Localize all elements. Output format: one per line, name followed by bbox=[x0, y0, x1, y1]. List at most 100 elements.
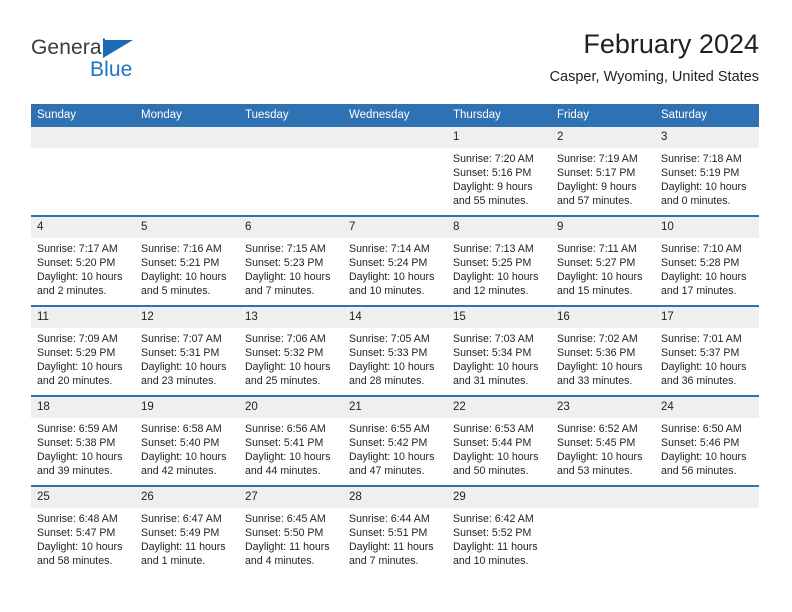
daylight-text-line1: Daylight: 10 hours bbox=[245, 361, 331, 374]
page-title: February 2024 bbox=[583, 29, 759, 59]
calendar-day-cell[interactable]: 23 Sunrise: 6:52 AM Sunset: 5:45 PM Dayligh… bbox=[551, 395, 655, 486]
calendar-day-cell[interactable]: 6 Sunrise: 7:15 AM Sunset: 5:23 PM Daylight… bbox=[239, 215, 343, 306]
day-details bbox=[551, 508, 655, 512]
day-number: 2 bbox=[551, 127, 655, 148]
day-number bbox=[655, 487, 759, 508]
sunset-text: Sunset: 5:46 PM bbox=[661, 437, 740, 450]
day-details: Sunrise: 7:17 AM Sunset: 5:20 PM Daylight:… bbox=[31, 238, 135, 298]
calendar-day-cell[interactable]: 22 Sunrise: 6:53 AM Sunset: 5:44 PM Dayligh… bbox=[447, 395, 551, 486]
day-details: Sunrise: 7:19 AM Sunset: 5:17 PM Daylight:… bbox=[551, 148, 655, 208]
calendar-empty-cell bbox=[655, 485, 759, 575]
daylight-text-line1: Daylight: 10 hours bbox=[661, 181, 747, 194]
calendar-day-cell[interactable]: 26 Sunrise: 6:47 AM Sunset: 5:49 PM Dayligh… bbox=[135, 485, 239, 575]
calendar-day-cell[interactable]: 15 Sunrise: 7:03 AM Sunset: 5:34 PM Dayligh… bbox=[447, 305, 551, 396]
calendar-day-cell[interactable]: 7 Sunrise: 7:14 AM Sunset: 5:24 PM Daylight… bbox=[343, 215, 447, 306]
daylight-text-line1: Daylight: 10 hours bbox=[141, 361, 227, 374]
daylight-text-line2: and 0 minutes. bbox=[661, 195, 731, 208]
day-number: 11 bbox=[31, 307, 135, 328]
calendar-day-cell[interactable]: 3 Sunrise: 7:18 AM Sunset: 5:19 PM Daylight… bbox=[655, 127, 759, 216]
calendar-day-cell[interactable]: 19 Sunrise: 6:58 AM Sunset: 5:40 PM Dayligh… bbox=[135, 395, 239, 486]
calendar-day-cell[interactable]: 16 Sunrise: 7:02 AM Sunset: 5:36 PM Dayligh… bbox=[551, 305, 655, 396]
sunset-text: Sunset: 5:29 PM bbox=[37, 347, 116, 360]
daylight-text-line2: and 7 minutes. bbox=[245, 285, 315, 298]
sunset-text: Sunset: 5:24 PM bbox=[349, 257, 428, 270]
calendar-day-cell[interactable]: 20 Sunrise: 6:56 AM Sunset: 5:41 PM Dayligh… bbox=[239, 395, 343, 486]
day-number: 25 bbox=[31, 487, 135, 508]
sunrise-text: Sunrise: 6:52 AM bbox=[557, 423, 638, 435]
sunrise-text: Sunrise: 7:15 AM bbox=[245, 243, 326, 255]
day-number: 6 bbox=[239, 217, 343, 238]
day-details: Sunrise: 6:42 AM Sunset: 5:52 PM Daylight:… bbox=[447, 508, 551, 568]
daylight-text-line2: and 28 minutes. bbox=[349, 375, 425, 388]
day-details: Sunrise: 6:45 AM Sunset: 5:50 PM Daylight:… bbox=[239, 508, 343, 568]
day-details: Sunrise: 7:07 AM Sunset: 5:31 PM Daylight:… bbox=[135, 328, 239, 388]
sunset-text: Sunset: 5:20 PM bbox=[37, 257, 116, 270]
calendar-empty-cell bbox=[31, 127, 135, 216]
day-details: Sunrise: 6:52 AM Sunset: 5:45 PM Daylight:… bbox=[551, 418, 655, 478]
day-details: Sunrise: 6:59 AM Sunset: 5:38 PM Daylight:… bbox=[31, 418, 135, 478]
sunset-text: Sunset: 5:21 PM bbox=[141, 257, 220, 270]
calendar-day-cell[interactable]: 9 Sunrise: 7:11 AM Sunset: 5:27 PM Daylight… bbox=[551, 215, 655, 306]
sunset-text: Sunset: 5:31 PM bbox=[141, 347, 220, 360]
logo-text-general: General bbox=[31, 36, 107, 59]
general-blue-logo[interactable]: General Blue bbox=[31, 36, 161, 88]
calendar-day-cell[interactable]: 5 Sunrise: 7:16 AM Sunset: 5:21 PM Daylight… bbox=[135, 215, 239, 306]
daylight-text-line1: Daylight: 9 hours bbox=[557, 181, 637, 194]
sunset-text: Sunset: 5:51 PM bbox=[349, 527, 428, 540]
calendar-day-cell[interactable]: 27 Sunrise: 6:45 AM Sunset: 5:50 PM Dayligh… bbox=[239, 485, 343, 575]
day-details: Sunrise: 7:20 AM Sunset: 5:16 PM Daylight:… bbox=[447, 148, 551, 208]
sunset-text: Sunset: 5:25 PM bbox=[453, 257, 532, 270]
calendar-day-cell[interactable]: 17 Sunrise: 7:01 AM Sunset: 5:37 PM Dayligh… bbox=[655, 305, 759, 396]
calendar-day-cell[interactable]: 12 Sunrise: 7:07 AM Sunset: 5:31 PM Dayligh… bbox=[135, 305, 239, 396]
daylight-text-line1: Daylight: 10 hours bbox=[141, 271, 227, 284]
calendar-day-cell[interactable]: 2 Sunrise: 7:19 AM Sunset: 5:17 PM Daylight… bbox=[551, 127, 655, 216]
sunrise-text: Sunrise: 7:05 AM bbox=[349, 333, 430, 345]
calendar-day-cell[interactable]: 1 Sunrise: 7:20 AM Sunset: 5:16 PM Daylight… bbox=[447, 127, 551, 216]
daylight-text-line1: Daylight: 10 hours bbox=[349, 271, 435, 284]
sunrise-text: Sunrise: 6:44 AM bbox=[349, 513, 430, 525]
day-details: Sunrise: 6:53 AM Sunset: 5:44 PM Daylight:… bbox=[447, 418, 551, 478]
page-header: General Blue February 2024 Casper, Wyomi… bbox=[31, 28, 759, 96]
calendar-day-cell[interactable]: 11 Sunrise: 7:09 AM Sunset: 5:29 PM Dayligh… bbox=[31, 305, 135, 396]
sunrise-text: Sunrise: 7:18 AM bbox=[661, 153, 742, 165]
calendar-day-cell[interactable]: 29 Sunrise: 6:42 AM Sunset: 5:52 PM Dayligh… bbox=[447, 485, 551, 575]
day-details: Sunrise: 6:55 AM Sunset: 5:42 PM Daylight:… bbox=[343, 418, 447, 478]
day-number: 23 bbox=[551, 397, 655, 418]
calendar-day-cell[interactable]: 13 Sunrise: 7:06 AM Sunset: 5:32 PM Dayligh… bbox=[239, 305, 343, 396]
day-number: 28 bbox=[343, 487, 447, 508]
daylight-text-line1: Daylight: 10 hours bbox=[141, 451, 227, 464]
sunrise-text: Sunrise: 6:56 AM bbox=[245, 423, 326, 435]
daylight-text-line2: and 17 minutes. bbox=[661, 285, 737, 298]
day-details: Sunrise: 6:44 AM Sunset: 5:51 PM Daylight:… bbox=[343, 508, 447, 568]
daylight-text-line1: Daylight: 10 hours bbox=[245, 271, 331, 284]
sunrise-text: Sunrise: 7:09 AM bbox=[37, 333, 118, 345]
sunrise-text: Sunrise: 6:48 AM bbox=[37, 513, 118, 525]
calendar-day-cell[interactable]: 18 Sunrise: 6:59 AM Sunset: 5:38 PM Dayligh… bbox=[31, 395, 135, 486]
sunrise-text: Sunrise: 6:45 AM bbox=[245, 513, 326, 525]
blue-triangle-logo-icon bbox=[103, 40, 133, 58]
calendar-day-cell[interactable]: 14 Sunrise: 7:05 AM Sunset: 5:33 PM Dayligh… bbox=[343, 305, 447, 396]
day-details: Sunrise: 7:10 AM Sunset: 5:28 PM Daylight:… bbox=[655, 238, 759, 298]
sunset-text: Sunset: 5:37 PM bbox=[661, 347, 740, 360]
calendar-page: General Blue February 2024 Casper, Wyomi… bbox=[0, 0, 792, 612]
calendar-day-cell[interactable]: 21 Sunrise: 6:55 AM Sunset: 5:42 PM Dayligh… bbox=[343, 395, 447, 486]
day-number: 10 bbox=[655, 217, 759, 238]
day-details: Sunrise: 6:47 AM Sunset: 5:49 PM Daylight:… bbox=[135, 508, 239, 568]
calendar-day-cell[interactable]: 28 Sunrise: 6:44 AM Sunset: 5:51 PM Dayligh… bbox=[343, 485, 447, 575]
calendar-day-cell[interactable]: 8 Sunrise: 7:13 AM Sunset: 5:25 PM Daylight… bbox=[447, 215, 551, 306]
sunset-text: Sunset: 5:40 PM bbox=[141, 437, 220, 450]
sunset-text: Sunset: 5:52 PM bbox=[453, 527, 532, 540]
sunset-text: Sunset: 5:38 PM bbox=[37, 437, 116, 450]
day-number: 3 bbox=[655, 127, 759, 148]
calendar-day-cell[interactable]: 25 Sunrise: 6:48 AM Sunset: 5:47 PM Dayligh… bbox=[31, 485, 135, 575]
calendar-day-cell[interactable]: 4 Sunrise: 7:17 AM Sunset: 5:20 PM Daylight… bbox=[31, 215, 135, 306]
day-number: 21 bbox=[343, 397, 447, 418]
daylight-text-line1: Daylight: 11 hours bbox=[349, 541, 434, 554]
calendar-day-cell[interactable]: 24 Sunrise: 6:50 AM Sunset: 5:46 PM Dayligh… bbox=[655, 395, 759, 486]
calendar-day-cell[interactable]: 10 Sunrise: 7:10 AM Sunset: 5:28 PM Dayligh… bbox=[655, 215, 759, 306]
day-number: 5 bbox=[135, 217, 239, 238]
daylight-text-line2: and 57 minutes. bbox=[557, 195, 633, 208]
day-number: 14 bbox=[343, 307, 447, 328]
day-number: 9 bbox=[551, 217, 655, 238]
daylight-text-line1: Daylight: 10 hours bbox=[557, 271, 643, 284]
